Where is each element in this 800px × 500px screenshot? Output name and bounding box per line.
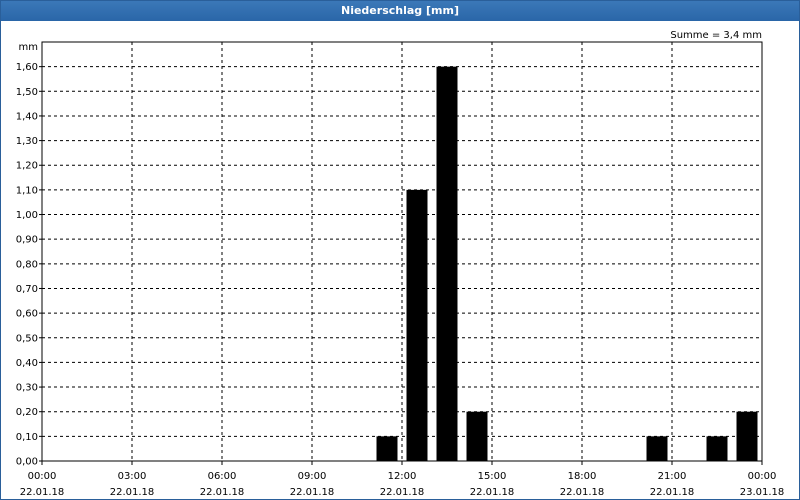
y-tick-label: 1,10: [16, 185, 38, 196]
precipitation-bar: [706, 436, 728, 461]
precipitation-bar: [376, 436, 398, 461]
x-tick-label-time: 18:00: [568, 471, 597, 482]
x-tick-label-date: 22.01.18: [650, 487, 695, 498]
y-tick-label: 1,00: [16, 210, 38, 221]
y-tick-label: 0,20: [16, 407, 38, 418]
y-tick-label: 1,20: [16, 161, 38, 172]
y-tick-label: 1,60: [16, 62, 38, 73]
x-tick-label-time: 00:00: [28, 471, 57, 482]
y-tick-label: 1,50: [16, 87, 38, 98]
y-tick-label: 0,30: [16, 383, 38, 394]
precipitation-bar: [466, 411, 488, 461]
x-tick-label-date: 22.01.18: [110, 487, 155, 498]
x-tick-label-date: 22.01.18: [20, 487, 65, 498]
y-axis-label: mm: [19, 42, 38, 53]
x-tick-label-time: 09:00: [298, 471, 327, 482]
y-tick-label: 1,30: [16, 136, 38, 147]
chart-window: Niederschlag [mm] 0,00 0,10 0,20 0,30 0,40 0,…: [0, 0, 800, 500]
x-tick-label-time: 12:00: [388, 471, 417, 482]
x-tick-label-date: 22.01.18: [380, 487, 425, 498]
x-tick-label-date: 22.01.18: [560, 487, 605, 498]
precipitation-bar: [646, 436, 668, 461]
y-tick-label: 0,10: [16, 432, 38, 443]
sum-annotation: Summe = 3,4 mm: [670, 30, 762, 41]
precipitation-bar: [436, 66, 458, 461]
window-title: Niederschlag [mm]: [1, 1, 799, 21]
x-tick-label-date: 23.01.18: [740, 487, 785, 498]
y-tick-label: 0,40: [16, 358, 38, 369]
y-tick-label: 0,60: [16, 309, 38, 320]
y-tick-label: 0,00: [16, 457, 38, 468]
y-tick-label: 0,90: [16, 235, 38, 246]
x-tick-label-date: 22.01.18: [200, 487, 245, 498]
x-tick-label-time: 06:00: [208, 471, 237, 482]
y-tick-label: 0,80: [16, 259, 38, 270]
x-tick-label-time: 21:00: [658, 471, 687, 482]
y-tick-label: 0,70: [16, 284, 38, 295]
x-tick-label-time: 15:00: [478, 471, 507, 482]
y-tick-label: 0,50: [16, 333, 38, 344]
y-tick-label: 1,40: [16, 111, 38, 122]
x-tick-label-date: 22.01.18: [290, 487, 335, 498]
x-tick-label-time: 00:00: [748, 471, 777, 482]
precipitation-bar: [736, 411, 758, 461]
precipitation-bar: [406, 189, 428, 461]
x-tick-label-time: 03:00: [118, 471, 147, 482]
x-tick-label-date: 22.01.18: [470, 487, 515, 498]
precipitation-chart: 0,00 0,10 0,20 0,30 0,40 0,50 0,60 0,70 0,80 0,90…: [16, 30, 785, 498]
